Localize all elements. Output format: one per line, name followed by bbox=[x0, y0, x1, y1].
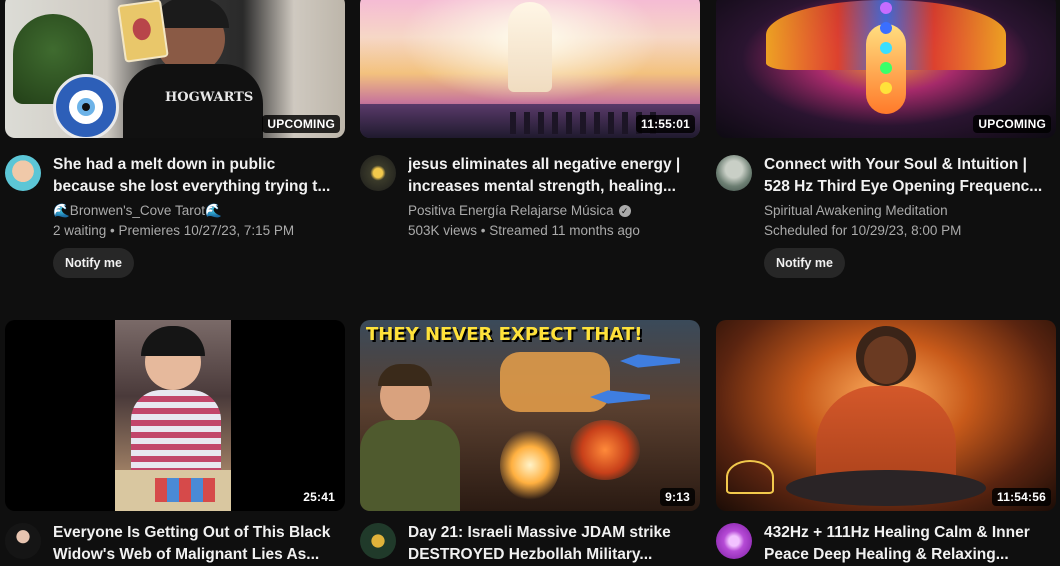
channel-avatar[interactable] bbox=[360, 155, 396, 191]
thumbnail-headline: THEY NEVER EXPECT THAT! bbox=[366, 324, 643, 345]
video-badge: 11:54:56 bbox=[992, 488, 1051, 506]
notify-me-button[interactable]: Notify me bbox=[53, 248, 134, 278]
video-title[interactable]: Connect with Your Soul & Intuition | 528… bbox=[764, 154, 1048, 198]
channel-avatar[interactable] bbox=[360, 523, 396, 559]
channel-name[interactable]: Spiritual Awakening Meditation bbox=[764, 203, 1054, 218]
video-badge: 11:55:01 bbox=[636, 115, 695, 133]
video-title[interactable]: She had a melt down in public because sh… bbox=[53, 154, 337, 198]
video-meta: 503K views • Streamed 11 months ago bbox=[408, 223, 640, 238]
video-thumbnail[interactable]: UPCOMING bbox=[716, 0, 1056, 138]
video-meta: 2 waiting • Premieres 10/27/23, 7:15 PM bbox=[53, 223, 295, 238]
video-badge: 25:41 bbox=[298, 488, 340, 506]
video-title[interactable]: 432Hz + 111Hz Healing Calm & Inner Peace… bbox=[764, 522, 1048, 566]
tarot-cards bbox=[155, 478, 215, 502]
tarot-card bbox=[117, 0, 169, 63]
video-thumbnail[interactable]: 11:54:56 bbox=[716, 320, 1056, 511]
video-title[interactable]: Day 21: Israeli Massive JDAM strike DEST… bbox=[408, 522, 692, 566]
video-badge: 9:13 bbox=[660, 488, 695, 506]
channel-name[interactable]: 🌊Bronwen's_Cove Tarot🌊 bbox=[53, 203, 343, 219]
video-thumbnail[interactable]: 25:41 bbox=[5, 320, 345, 511]
video-badge: UPCOMING bbox=[973, 115, 1051, 133]
channel-name[interactable]: Positiva Energía Relajarse Música ✓ bbox=[408, 203, 698, 218]
video-thumbnail[interactable]: HOGWARTS UPCOMING bbox=[5, 0, 345, 138]
video-thumbnail[interactable]: THEY NEVER EXPECT THAT! 9:13 bbox=[360, 320, 700, 511]
video-thumbnail[interactable]: 11:55:01 bbox=[360, 0, 700, 138]
channel-avatar[interactable] bbox=[5, 523, 41, 559]
figure-silhouette bbox=[508, 2, 552, 92]
video-title[interactable]: jesus eliminates all negative energy | i… bbox=[408, 154, 692, 198]
channel-avatar[interactable] bbox=[716, 523, 752, 559]
lotus-icon bbox=[726, 460, 774, 494]
video-badge: UPCOMING bbox=[262, 115, 340, 133]
evil-eye-ornament bbox=[53, 74, 119, 138]
channel-name-text[interactable]: Positiva Energía Relajarse Música bbox=[408, 203, 614, 218]
jet-icon bbox=[620, 354, 680, 368]
channel-avatar[interactable] bbox=[5, 155, 41, 191]
shirt-text: HOGWARTS bbox=[165, 90, 254, 105]
verified-check-icon: ✓ bbox=[618, 205, 631, 218]
video-title[interactable]: Everyone Is Getting Out of This Black Wi… bbox=[53, 522, 337, 566]
channel-avatar[interactable] bbox=[716, 155, 752, 191]
video-meta: Scheduled for 10/29/23, 8:00 PM bbox=[764, 223, 962, 238]
notify-me-button[interactable]: Notify me bbox=[764, 248, 845, 278]
